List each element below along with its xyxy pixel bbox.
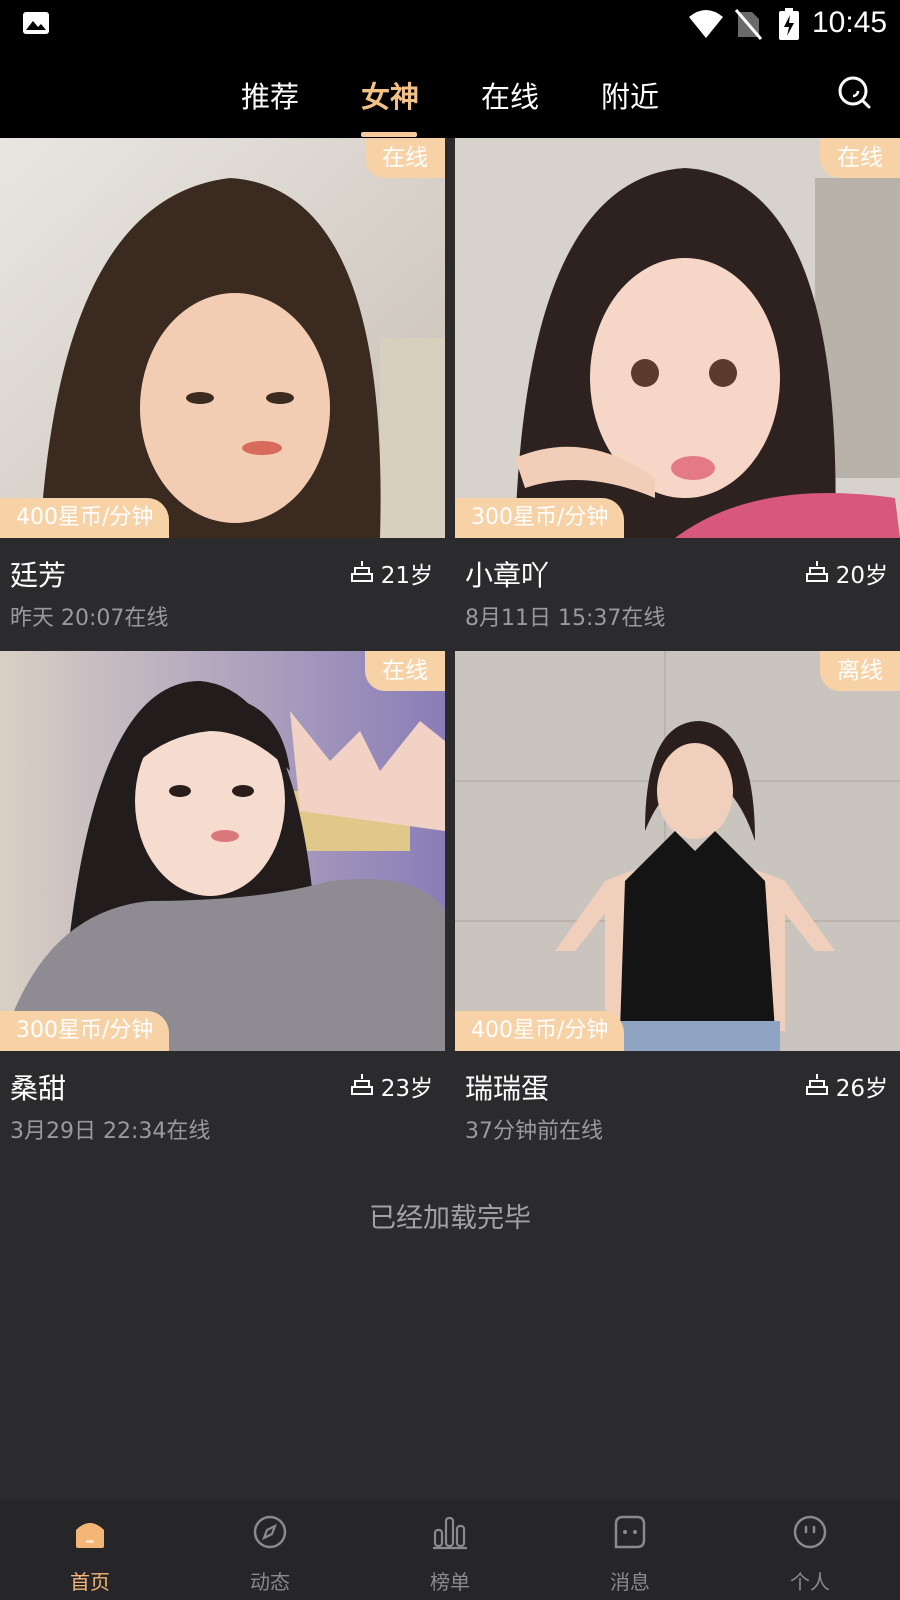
offline-status-badge: 离线 (820, 651, 900, 691)
profile-name: 瑞瑞蛋 (465, 1072, 550, 1105)
nav-ranking[interactable]: 榜单 (390, 1500, 510, 1600)
nav-home[interactable]: 首页 (30, 1500, 150, 1600)
profile-name: 小章吖 (465, 559, 550, 592)
price-badge: 400星币/分钟 (455, 1011, 625, 1051)
profile-age: 20岁 (835, 563, 888, 589)
age-info: 23岁 (350, 1071, 433, 1102)
age-info: 26岁 (805, 1071, 888, 1102)
tab-online[interactable]: 在线 (470, 74, 550, 116)
cake-icon (350, 560, 373, 586)
tab-recommend[interactable]: 推荐 (230, 74, 310, 116)
nav-ranking-label: 榜单 (430, 1570, 470, 1594)
profile-photo[interactable] (0, 138, 445, 538)
gallery-icon (22, 11, 50, 39)
last-online-time: 3月29日 22:34在线 (10, 1119, 211, 1144)
profile-card[interactable]: 在线 300星币/分钟 小章吖 20岁 8月11日 15:37在线 (455, 138, 900, 643)
top-nav: 推荐 女神 在线 附近 (0, 48, 900, 138)
profile-photo[interactable] (0, 651, 445, 1051)
profile-photo[interactable] (455, 138, 900, 538)
nav-messages-label: 消息 (610, 1570, 650, 1594)
cake-icon (805, 560, 828, 586)
bottom-nav: 首页 动态 榜单 消息 个人 (0, 1500, 900, 1600)
price-badge: 300星币/分钟 (455, 498, 625, 538)
profile-age: 26岁 (835, 1076, 888, 1102)
last-online-time: 昨天 20:07在线 (10, 606, 169, 631)
tab-goddess[interactable]: 女神 (350, 74, 430, 116)
profile-name: 廷芳 (10, 559, 67, 592)
ranking-icon (432, 1514, 468, 1554)
age-info: 20岁 (805, 558, 888, 589)
online-status-badge: 在线 (820, 138, 900, 178)
load-complete-message: 已经加载完毕 (369, 1203, 531, 1234)
nav-profile-label: 个人 (790, 1570, 830, 1594)
last-online-time: 37分钟前在线 (465, 1119, 603, 1144)
home-icon (72, 1514, 108, 1554)
wifi-icon (688, 9, 724, 43)
profile-age: 21岁 (380, 563, 433, 589)
profile-photo[interactable] (455, 651, 900, 1051)
clock: 10:45 (812, 6, 888, 39)
compass-icon (252, 1514, 288, 1554)
profile-card[interactable]: 在线 400星币/分钟 廷芳 21岁 昨天 20:07在线 (0, 138, 445, 643)
online-status-badge: 在线 (365, 651, 445, 691)
price-badge: 400星币/分钟 (0, 498, 170, 538)
active-tab-indicator (361, 132, 417, 137)
cake-icon (805, 1073, 828, 1099)
cake-icon (350, 1073, 373, 1099)
nav-moments[interactable]: 动态 (210, 1500, 330, 1600)
profile-icon (792, 1514, 828, 1554)
nav-home-label: 首页 (70, 1570, 110, 1594)
battery-charging-icon (778, 8, 800, 44)
nav-moments-label: 动态 (250, 1570, 290, 1594)
tab-nearby[interactable]: 附近 (590, 74, 670, 116)
nav-messages[interactable]: 消息 (570, 1500, 690, 1600)
status-bar: 10:45 (0, 0, 900, 48)
price-badge: 300星币/分钟 (0, 1011, 170, 1051)
no-sim-icon (734, 8, 763, 44)
age-info: 21岁 (350, 558, 433, 589)
search-icon[interactable] (836, 74, 872, 114)
profile-name: 桑甜 (10, 1072, 67, 1105)
profile-age: 23岁 (380, 1076, 433, 1102)
message-icon (612, 1514, 648, 1554)
nav-profile[interactable]: 个人 (750, 1500, 870, 1600)
online-status-badge: 在线 (365, 138, 445, 178)
last-online-time: 8月11日 15:37在线 (465, 606, 666, 631)
profile-card[interactable]: 在线 300星币/分钟 桑甜 23岁 3月29日 22:34在线 (0, 651, 445, 1156)
profile-card[interactable]: 离线 400星币/分钟 瑞瑞蛋 26岁 37分钟前在线 (455, 651, 900, 1156)
